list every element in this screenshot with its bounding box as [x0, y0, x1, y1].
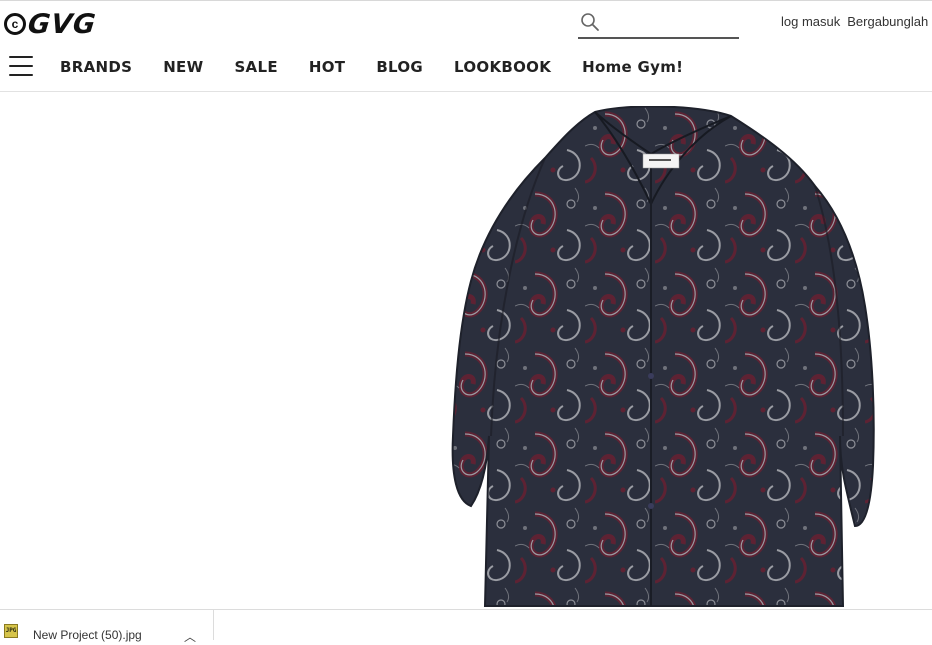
download-bar: JPG New Project (50).jpg ︿ [0, 609, 932, 644]
nav-item-lookbook[interactable]: LOOKBOOK [454, 58, 551, 76]
nav-item-sale[interactable]: SALE [234, 58, 277, 76]
search-icon[interactable] [580, 12, 600, 32]
jpg-file-icon: JPG [4, 624, 18, 638]
chevron-up-icon[interactable]: ︿ [184, 628, 196, 645]
nav-item-hot[interactable]: HOT [309, 58, 345, 76]
nav-item-new[interactable]: NEW [163, 58, 203, 76]
site-header: c GVG log masuk Bergabunglah BRANDS NEW S… [0, 0, 932, 92]
search-input[interactable] [608, 11, 737, 37]
paisley-shirt-image [451, 105, 875, 607]
download-item[interactable]: JPG New Project (50).jpg ︿ [0, 610, 214, 644]
nav-item-brands[interactable]: BRANDS [60, 58, 132, 76]
register-link[interactable]: Bergabunglah [847, 14, 928, 29]
copyright-logo-icon: c [4, 13, 26, 35]
login-link[interactable]: log masuk [781, 14, 840, 29]
auth-links: log masuk Bergabunglah [781, 14, 932, 29]
logo-text: GVG [26, 8, 98, 40]
main-nav: BRANDS NEW SALE HOT BLOG LOOKBOOK Home G… [60, 58, 683, 76]
menu-hamburger-icon[interactable] [9, 56, 33, 76]
search-bar [578, 9, 739, 39]
nav-item-home-gym[interactable]: Home Gym! [582, 58, 683, 76]
site-logo[interactable]: c GVG [4, 8, 98, 40]
product-image[interactable] [445, 105, 885, 609]
download-file-name: New Project (50).jpg [33, 628, 142, 642]
nav-item-blog[interactable]: BLOG [376, 58, 423, 76]
